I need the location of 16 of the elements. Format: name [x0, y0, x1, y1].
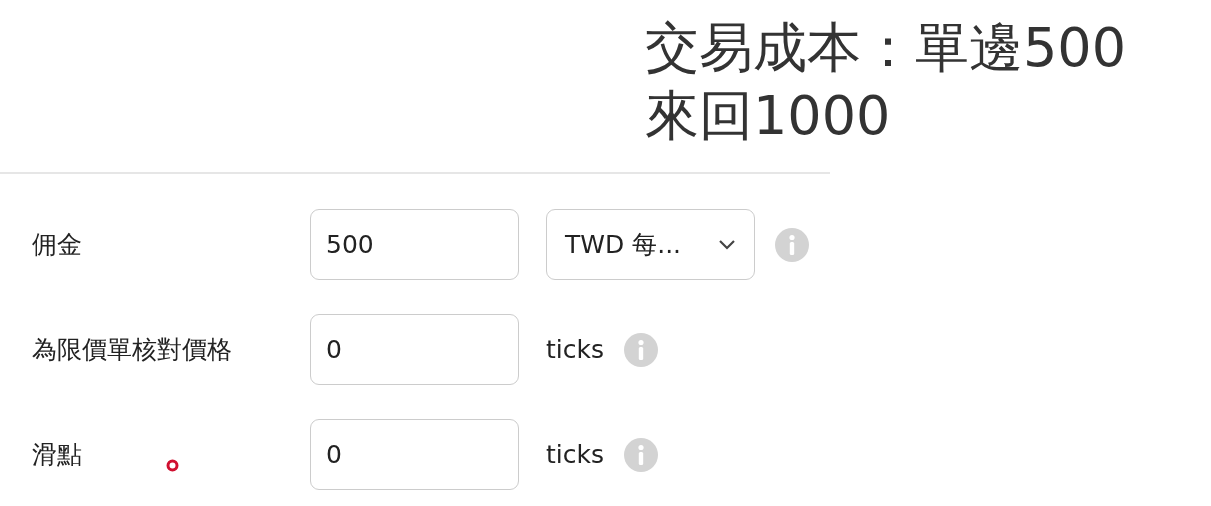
info-icon[interactable] [775, 227, 809, 262]
field-label: 滑點 [32, 438, 82, 471]
info-icon[interactable] [624, 437, 658, 472]
input-field[interactable]: 500 [310, 209, 519, 280]
chevron-down-icon [718, 239, 736, 250]
unit-label: ticks [546, 438, 604, 471]
currency-dropdown[interactable]: TWD 每... [546, 209, 755, 280]
field-label: 佣金 [32, 228, 82, 261]
field-label: 為限價單核對價格 [32, 333, 232, 366]
info-icon[interactable] [624, 332, 658, 367]
click-indicator-icon [166, 459, 179, 472]
input-field[interactable]: 0 [310, 314, 519, 385]
caption-text: 交易成本：單邊500 [645, 15, 1127, 81]
caption-text: 來回1000 [645, 83, 891, 149]
input-field[interactable]: 0 [310, 419, 519, 490]
unit-label: ticks [546, 333, 604, 366]
